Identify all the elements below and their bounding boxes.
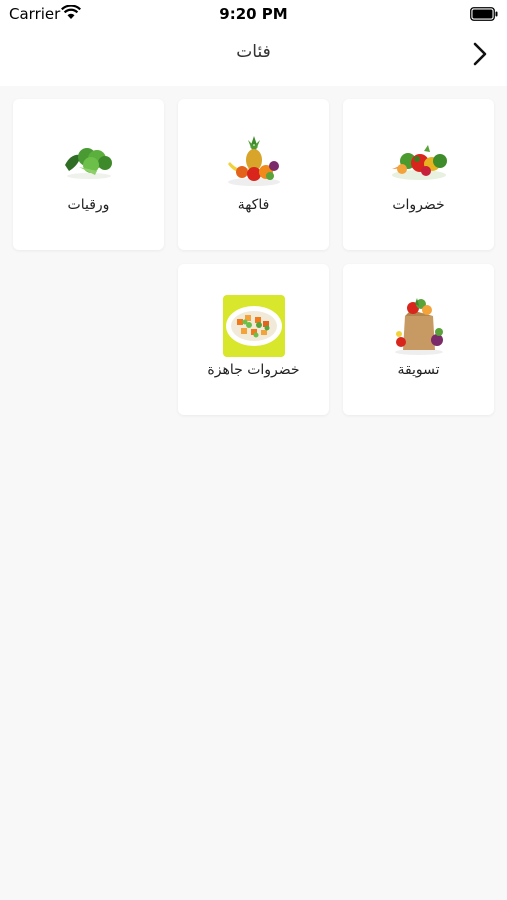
category-card-ready-vegetables[interactable]: خضروات جاهزة	[178, 264, 329, 415]
category-label: خضروات جاهزة	[207, 362, 300, 378]
navigation-bar: فئات	[0, 28, 507, 86]
status-bar: Carrier 9:20 PM	[0, 0, 507, 28]
status-time: 9:20 PM	[219, 5, 288, 23]
vegetables-image	[343, 131, 494, 191]
category-card-fruits[interactable]: فاكهة	[178, 99, 329, 250]
category-card-grocery[interactable]: تسويقة	[343, 264, 494, 415]
chevron-right-icon	[473, 42, 487, 70]
category-label: فاكهة	[237, 197, 270, 213]
category-label: خضروات	[392, 197, 445, 213]
ready-vegetables-image	[178, 295, 329, 357]
battery-icon	[470, 6, 498, 25]
back-button[interactable]	[467, 41, 493, 71]
page-title: فئات	[236, 42, 271, 62]
grocery-bag-image	[343, 296, 494, 356]
category-label: ورقيات	[67, 197, 110, 213]
category-label: تسويقة	[397, 362, 440, 378]
fruits-image	[178, 131, 329, 191]
category-card-vegetables[interactable]: خضروات	[343, 99, 494, 250]
leafy-greens-image	[13, 131, 164, 191]
category-card-leafy-greens[interactable]: ورقيات	[13, 99, 164, 250]
